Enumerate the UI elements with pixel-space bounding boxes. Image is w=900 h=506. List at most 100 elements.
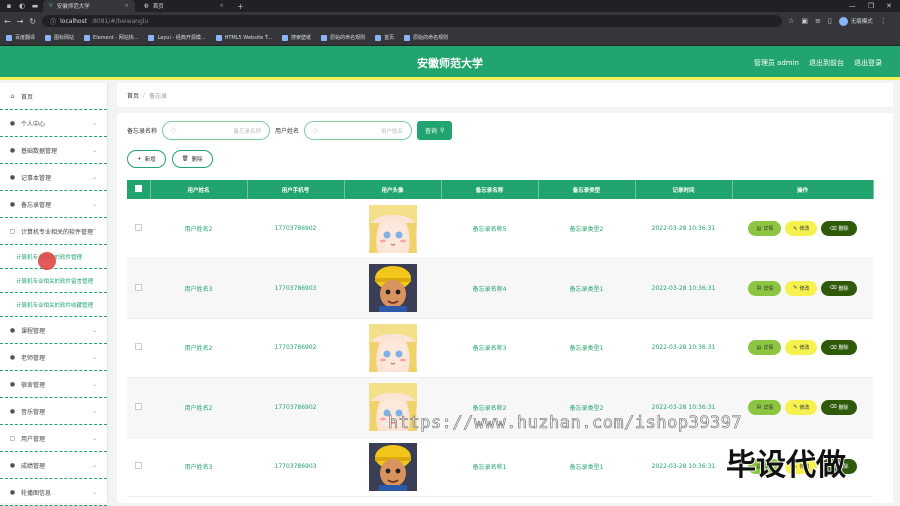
bookmark[interactable]: 原始的命名规则: [404, 34, 448, 41]
url-field[interactable]: ⓘ localhost:8081/#/beiwanglu: [42, 15, 783, 27]
sidebar-item-memo[interactable]: ● 备忘录管理 ⌄: [0, 191, 107, 218]
sidepanel-icon[interactable]: ▯: [828, 17, 832, 25]
search-icon: ○: [171, 127, 176, 134]
bookmark[interactable]: HTML5 Website T...: [215, 34, 272, 41]
sidebar-item-notebook[interactable]: ● 记事本管理 ⌄: [0, 164, 107, 191]
row-select-cell[interactable]: [127, 258, 150, 319]
bookmark-icon: [404, 34, 411, 41]
row-select-cell[interactable]: [127, 437, 150, 497]
bookmark[interactable]: 原始的命名规则: [321, 34, 365, 41]
star-icon[interactable]: ☆: [788, 17, 794, 25]
checkbox[interactable]: [134, 185, 142, 192]
bookmark[interactable]: 图标网站: [45, 34, 74, 41]
delete-button[interactable]: ⌫ 删除: [821, 399, 857, 415]
close-icon[interactable]: ×: [124, 3, 129, 9]
sidebar-item-home[interactable]: ⌂ 首页: [0, 83, 107, 110]
bookmark[interactable]: Element - 网站快...: [84, 34, 138, 41]
back-icon[interactable]: ←: [4, 17, 11, 26]
toolbar-right: ☆ ▣ ≡ ▯ 无痕模式 ⋮: [788, 16, 887, 26]
table-row: 用户姓名3 17703786903 备忘录名称4 备忘录类型1 2022-03-28 1…: [127, 258, 873, 319]
profile-button[interactable]: 无痕模式: [838, 16, 873, 26]
detail-button[interactable]: ▤ 详情: [748, 280, 782, 296]
detail-icon: ▤: [756, 225, 762, 232]
add-button[interactable]: + 新增: [127, 150, 166, 168]
detail-button[interactable]: ▤ 详情: [748, 340, 782, 356]
detail-button[interactable]: ▤ 详情: [748, 221, 782, 236]
extensions-icon[interactable]: ▣: [801, 17, 808, 25]
browser-tab[interactable]: ◍ 首页 ×: [138, 0, 230, 12]
profile-label: 无痕模式: [850, 19, 873, 25]
more-icon[interactable]: ⋮: [880, 17, 887, 25]
user-name-input[interactable]: ○ 用户姓名: [304, 121, 413, 140]
checkbox[interactable]: [135, 283, 142, 291]
sidebar-item-course[interactable]: ● 课程管理 ⌄: [0, 317, 107, 344]
browser-tab-active[interactable]: V 安徽师范大学 ×: [43, 0, 135, 12]
cell-user-name: 用户姓名3: [150, 258, 247, 319]
row-select-cell[interactable]: [127, 377, 150, 438]
mouse-cursor-highlight: [38, 252, 56, 270]
checkbox[interactable]: [135, 224, 142, 231]
column-header[interactable]: 用户姓名: [150, 180, 248, 199]
close-window-icon[interactable]: ✕: [886, 2, 892, 10]
sidebar-item-music[interactable]: ● 音乐管理 ⌄: [0, 398, 107, 425]
window-menu-icon[interactable]: ▪: [4, 1, 14, 11]
search-button[interactable]: 查询 ⚲: [417, 121, 453, 140]
sidebar-item-users[interactable]: ▢ 用户管理 ⌄: [0, 425, 107, 452]
chevron-down-icon: ⌄: [91, 488, 97, 496]
sidebar-item-grades[interactable]: ● 成绩管理 ⌄: [0, 452, 107, 479]
delete-button[interactable]: ⌫ 删除: [821, 280, 857, 296]
breadcrumb-home[interactable]: 首页: [127, 91, 139, 100]
header-links: 管理员 admin 退出到前台 退出登录: [754, 58, 882, 68]
row-select-cell[interactable]: [127, 199, 150, 259]
edit-button[interactable]: ✎ 修改: [785, 340, 818, 356]
column-header[interactable]: 用户手机号: [247, 180, 345, 199]
memo-name-input[interactable]: ○ 备忘录名称: [162, 121, 271, 140]
column-header[interactable]: 操作: [732, 180, 874, 199]
globe-icon: ◍: [144, 3, 149, 9]
checkbox[interactable]: [135, 343, 142, 351]
sidebar-item-software[interactable]: ▢ 计算机专业相关的软件管理 ⌃: [0, 218, 107, 245]
media-icon[interactable]: ≡: [815, 17, 821, 25]
delete-button[interactable]: ⌫ 删除: [821, 221, 857, 236]
sidebar-item-carousel[interactable]: ● 轮播图信息 ⌄: [0, 479, 107, 506]
detail-icon: ▤: [756, 344, 762, 351]
reload-icon[interactable]: ↻: [29, 17, 36, 26]
tab-search-icon[interactable]: ◐: [17, 1, 27, 11]
edit-button[interactable]: ✎ 修改: [785, 221, 818, 236]
column-header[interactable]: 用户头像: [344, 180, 442, 199]
edit-button[interactable]: ✎ 修改: [785, 399, 818, 415]
row-select-cell[interactable]: [127, 318, 150, 378]
sidebar-item-teacher[interactable]: ● 老师管理 ⌄: [0, 344, 107, 371]
column-header[interactable]: 备忘录名称: [441, 180, 539, 199]
go-frontend-link[interactable]: 退出到前台: [809, 58, 844, 68]
forward-icon[interactable]: →: [17, 17, 24, 26]
batch-delete-button[interactable]: 🗑 删除: [171, 150, 213, 168]
chevron-down-icon: ⌄: [91, 119, 97, 127]
checkbox[interactable]: [135, 402, 142, 410]
table-row: 用户姓名2 17703786902 备忘录名称3 备忘录类型1 2022-03-28 1…: [127, 318, 873, 378]
bookmark[interactable]: 搜索壁纸: [282, 34, 311, 41]
maximize-icon[interactable]: ❐: [868, 2, 874, 10]
column-header[interactable]: 记录时间: [635, 180, 733, 199]
edit-button[interactable]: ✎ 修改: [785, 280, 818, 296]
sidebar-subitem-software-favorites[interactable]: 计算机专业相关的软件收藏管理: [0, 293, 107, 317]
bookmark[interactable]: 首页: [375, 34, 394, 41]
delete-button[interactable]: ⌫ 删除: [821, 340, 857, 356]
checkbox[interactable]: [135, 462, 142, 470]
logout-link[interactable]: 退出登录: [854, 58, 882, 68]
cell-time: 2022-03-28 10:36:31: [635, 318, 732, 378]
close-icon[interactable]: ×: [219, 3, 224, 9]
sidebar-subitem-software-comments[interactable]: 计算机专业相关的软件留言管理: [0, 269, 107, 293]
detail-button[interactable]: ▤ 详情: [748, 399, 782, 415]
sidebar-item-basic-data[interactable]: ● 基础数据管理 ⌄: [0, 137, 107, 164]
column-header[interactable]: 备忘录类型: [538, 180, 636, 199]
bookmark[interactable]: Layui - 经典开源模...: [148, 34, 206, 41]
sidebar-item-profile[interactable]: ● 个人中心 ⌄: [0, 110, 107, 137]
minimize-icon[interactable]: —: [849, 2, 856, 10]
sidebar-item-dorm[interactable]: ● 宿舍管理 ⌄: [0, 371, 107, 398]
select-all-cell[interactable]: [127, 180, 151, 199]
new-tab-icon[interactable]: +: [233, 2, 248, 11]
bookmark-icon: [215, 34, 222, 41]
bookmark[interactable]: 百度翻译: [6, 34, 35, 41]
tab-list-icon[interactable]: ▬: [30, 1, 40, 11]
